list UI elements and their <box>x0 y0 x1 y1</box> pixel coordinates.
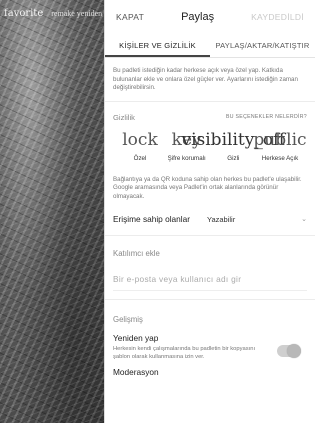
privacy-title: Gizlilik <box>113 112 135 122</box>
privacy-option-label: Gizli <box>227 154 240 162</box>
share-content: Bu padleti istediğin kadar herkese açık … <box>105 67 315 377</box>
access-label: Erişime sahip olanlar <box>113 214 191 224</box>
background-header: favorite remake yeniden <box>4 8 102 19</box>
access-value: Yazabilir <box>207 214 236 224</box>
privacy-option-label: Özel <box>133 154 147 162</box>
remake-description: Herkesin kendi çalışmalarında bu padleti… <box>113 346 256 360</box>
moderation-title[interactable]: Moderasyon <box>113 367 307 377</box>
close-button[interactable]: KAPAT <box>116 12 144 22</box>
privacy-option-secret[interactable]: visibility_off Gizli <box>181 130 285 162</box>
share-panel: KAPAT Paylaş KAYDEDİLDİ KİŞİLER VE GİZLİ… <box>104 0 315 423</box>
collaborators-title: Katılımcı ekle <box>113 249 160 258</box>
privacy-description: Bağlantıya ya da QR koduna sahip olan he… <box>113 175 302 200</box>
divider <box>105 235 315 236</box>
divider <box>105 100 315 102</box>
privacy-option-label: Şifre korumalı <box>167 154 206 162</box>
tab-people-privacy[interactable]: KİŞİLER VE GİZLİLİK <box>105 34 210 57</box>
share-tabs: KİŞİLER VE GİZLİLİK PAYLAŞ/AKTAR/KATIŞTI… <box>105 34 315 58</box>
remake-text: Yeniden yap Herkesin kendi çalışmalarınd… <box>113 333 263 361</box>
privacy-options: lock Özel key Şifre korumalı visibility_… <box>113 130 307 162</box>
panel-title: Paylaş <box>181 11 215 23</box>
remake-toggle[interactable] <box>277 344 301 358</box>
privacy-header: Gizlilik BU SEÇENEKLER NELERDİR? <box>113 113 307 122</box>
remake-setting: Yeniden yap Herkesin kendi çalışmalarınd… <box>113 333 307 361</box>
collaborator-input[interactable] <box>113 270 307 291</box>
privacy-option-public[interactable]: public Herkese Açık <box>253 130 306 162</box>
water-texture <box>0 0 104 423</box>
privacy-option-label: Herkese Açık <box>261 154 299 162</box>
background-image: favorite remake yeniden <box>0 0 104 423</box>
padlet-subtitle: remake yeniden <box>51 9 103 18</box>
padlet-title[interactable]: favorite <box>4 8 43 19</box>
share-topbar: KAPAT Paylaş KAYDEDİLDİ <box>105 0 315 34</box>
access-dropdown[interactable]: Yazabilir ⌄ <box>207 215 307 224</box>
chevron-down-icon: ⌄ <box>301 216 307 223</box>
save-button[interactable]: KAYDEDİLDİ <box>251 12 304 22</box>
access-row: Erişime sahip olanlar Yazabilir ⌄ <box>113 211 307 227</box>
privacy-info-link[interactable]: BU SEÇENEKLER NELERDİR? <box>226 114 307 120</box>
privacy-option-private[interactable]: lock Özel <box>117 130 163 162</box>
lock-icon: lock <box>122 129 158 150</box>
remake-title: Yeniden yap <box>113 333 159 343</box>
intro-text: Bu padleti istediğin kadar herkese açık … <box>113 67 298 91</box>
tab-share-export-embed[interactable]: PAYLAŞ/AKTAR/KATIŞTIR <box>210 34 315 57</box>
divider <box>105 299 315 300</box>
advanced-title: Gelişmiş <box>113 315 143 324</box>
toggle-knob <box>287 344 301 358</box>
public-icon: public <box>253 129 307 150</box>
